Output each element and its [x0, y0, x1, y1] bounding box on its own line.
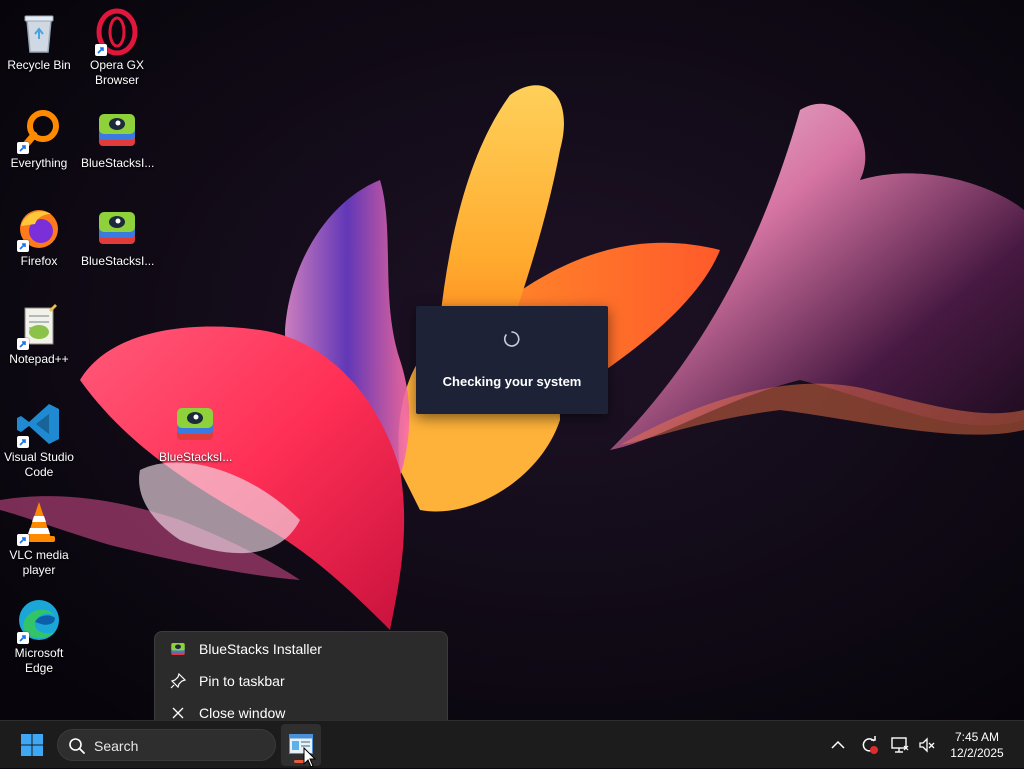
bluestacks-icon: [168, 639, 188, 659]
everything-search-icon: [15, 106, 63, 154]
desktop-icon-vscode[interactable]: Visual Studio Code: [1, 400, 77, 480]
start-button[interactable]: [14, 729, 50, 761]
jump-list-app-title[interactable]: BlueStacks Installer: [155, 634, 447, 664]
desktop-icon-label: Everything: [10, 156, 68, 170]
desktop-icon-notepad-plus-plus[interactable]: Notepad++: [1, 302, 77, 367]
clock-time: 7:45 AM: [954, 730, 1000, 744]
desktop-icon-bluestacks-3[interactable]: BlueStacksI...: [157, 400, 233, 465]
desktop-icon-firefox[interactable]: Firefox: [1, 204, 77, 269]
loading-spinner-icon: [503, 331, 520, 347]
shortcut-arrow-icon: [17, 338, 29, 350]
desktop-icon-label: Visual Studio Code: [4, 450, 74, 479]
vscode-icon: [15, 400, 63, 448]
desktop-icon-label: Microsoft Edge: [14, 646, 64, 675]
desktop-icon-edge[interactable]: Microsoft Edge: [1, 596, 77, 676]
desktop-icon-recycle-bin[interactable]: Recycle Bin: [1, 8, 77, 73]
desktop-icon-opera-gx[interactable]: Opera GX Browser: [79, 8, 155, 88]
desktop-icon-label: BlueStacksI...: [81, 156, 155, 170]
desktop-icon-vlc[interactable]: VLC media player: [1, 498, 77, 578]
vlc-cone-icon: [15, 498, 63, 546]
windows-logo-icon: [21, 734, 43, 756]
jump-list-label: Pin to taskbar: [199, 673, 285, 689]
taskbar-jump-list: BlueStacks Installer Pin to taskbar Clos…: [154, 631, 448, 721]
pin-icon: [168, 671, 188, 691]
desktop-icon-everything[interactable]: Everything: [1, 106, 77, 171]
desktop-icon-label: BlueStacksI...: [159, 450, 233, 464]
taskbar-clock[interactable]: 7:45 AM 12/2/2025: [944, 729, 1010, 761]
recycle-bin-icon: [15, 8, 63, 56]
shortcut-arrow-icon: [17, 436, 29, 448]
desktop-icon-label: Recycle Bin: [7, 58, 71, 72]
sync-update-icon[interactable]: [859, 735, 879, 755]
desktop-icon-bluestacks-1[interactable]: BlueStacksI...: [79, 106, 155, 171]
search-icon: [69, 738, 85, 754]
desktop-icon-label: Firefox: [20, 254, 58, 268]
shortcut-arrow-icon: [17, 142, 29, 154]
network-icon[interactable]: [890, 735, 910, 755]
shortcut-arrow-icon: [95, 44, 107, 56]
notepad-plus-plus-icon: [15, 302, 63, 350]
desktop-icon-label: Notepad++: [9, 352, 69, 366]
installer-checking-dialog: Checking your system: [416, 306, 608, 414]
shortcut-arrow-icon: [17, 240, 29, 252]
mouse-cursor-icon: [303, 747, 317, 768]
volume-muted-icon[interactable]: [917, 735, 937, 755]
pin-to-taskbar-item[interactable]: Pin to taskbar: [155, 666, 447, 696]
edge-icon: [15, 596, 63, 644]
chevron-up-icon[interactable]: [828, 735, 848, 755]
taskbar-search-box[interactable]: Search: [57, 729, 276, 761]
search-placeholder: Search: [94, 738, 139, 754]
bluestacks-icon: [93, 204, 141, 252]
taskbar: Search 7:45 AM 12/2/2025: [0, 720, 1024, 768]
shortcut-arrow-icon: [17, 534, 29, 546]
firefox-icon: [15, 204, 63, 252]
desktop-icon-label: BlueStacksI...: [81, 254, 155, 268]
desktop-icon-label: VLC media player: [9, 548, 69, 577]
shortcut-arrow-icon: [17, 632, 29, 644]
desktop-icon-bluestacks-2[interactable]: BlueStacksI...: [79, 204, 155, 269]
bluestacks-icon: [93, 106, 141, 154]
jump-list-label: BlueStacks Installer: [199, 641, 322, 657]
bluestacks-icon: [171, 400, 219, 448]
clock-date: 12/2/2025: [950, 746, 1004, 760]
jump-list-label: Close window: [199, 705, 286, 721]
dialog-message: Checking your system: [442, 374, 582, 389]
desktop-icon-label: Opera GX Browser: [89, 58, 145, 87]
opera-gx-icon: [93, 8, 141, 56]
